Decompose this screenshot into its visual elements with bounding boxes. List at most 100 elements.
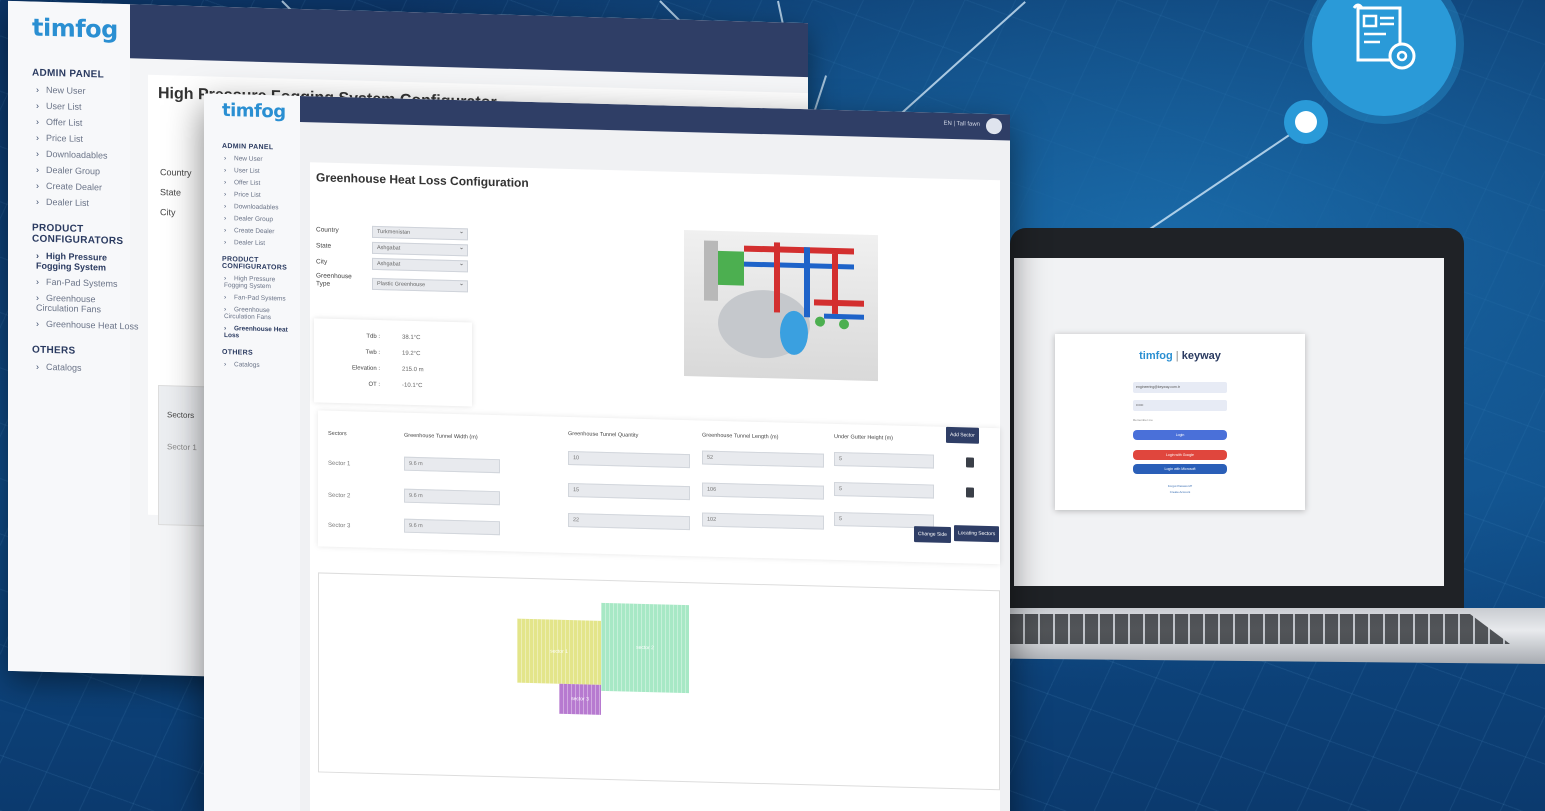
- chevron-right-icon: ›: [224, 166, 227, 175]
- email-field[interactable]: engineering@keyway.com.tr: [1133, 382, 1227, 393]
- table-row-label: Sector 3: [328, 522, 351, 530]
- sidebar-item-label: Downloadables: [46, 148, 108, 161]
- table-header: Greenhouse Tunnel Length (m): [702, 432, 779, 441]
- sidebar-item-offer-list[interactable]: › Offer List: [224, 179, 300, 188]
- tunnel-length-input[interactable]: 102: [702, 512, 824, 530]
- login-logo: timfog | keyway: [1055, 350, 1305, 362]
- sidebar-item-fogging[interactable]: › High Pressure Fogging System: [224, 275, 288, 291]
- sidebar-item-dealer-group[interactable]: › Dealer Group: [36, 165, 130, 178]
- sidebar-item-label: User List: [46, 100, 82, 112]
- tunnel-width-select[interactable]: 9.6 m: [404, 488, 500, 506]
- city-label: City: [316, 258, 328, 266]
- sidebar-item-dealer-group[interactable]: › Dealer Group: [224, 215, 300, 224]
- country-label: Country: [160, 167, 192, 178]
- add-sector-button[interactable]: Add Sector: [946, 426, 979, 444]
- sidebar-item-fan-pad[interactable]: › Fan-Pad Systems: [36, 277, 130, 290]
- chevron-right-icon: ›: [224, 238, 227, 247]
- city-select[interactable]: Ashgabat: [372, 257, 468, 273]
- tunnel-quantity-input[interactable]: 10: [568, 450, 690, 469]
- chevron-right-icon: ›: [36, 318, 39, 329]
- sidebar-item-catalogs[interactable]: › Catalogs: [36, 362, 130, 375]
- login-button[interactable]: Login: [1133, 430, 1227, 440]
- sidebar-item-circulation-fans[interactable]: › Greenhouse Circulation Fans: [36, 293, 120, 315]
- create-account-link[interactable]: Create Account: [1055, 490, 1305, 494]
- sidebar-item-create-dealer[interactable]: › Create Dealer: [224, 227, 300, 236]
- tunnel-width-select[interactable]: 9.6 m: [404, 456, 500, 474]
- sidebar: timfog ADMIN PANEL › New User › User List …: [204, 93, 300, 811]
- gutter-height-input[interactable]: 5: [834, 451, 934, 469]
- tunnel-length-input[interactable]: 106: [702, 482, 824, 500]
- sidebar-heading-others: OTHERS: [32, 344, 76, 357]
- tunnel-quantity-input[interactable]: 22: [568, 512, 690, 531]
- sidebar-item-new-user[interactable]: › New User: [224, 155, 300, 164]
- locating-sectors-button[interactable]: Locating Sectors: [954, 525, 1000, 543]
- sidebar-item-label: Price List: [234, 191, 261, 199]
- logo-part: fog: [254, 100, 286, 123]
- sidebar-item-new-user[interactable]: › New User: [36, 85, 130, 98]
- sidebar-item-label: Create Dealer: [234, 227, 275, 236]
- bubble-node: [1284, 100, 1328, 144]
- laptop-keyboard: [1010, 614, 1510, 644]
- sidebar-item-label: Dealer List: [46, 196, 90, 209]
- sidebar-item-offer-list[interactable]: › Offer List: [36, 117, 130, 130]
- sector-3-block[interactable]: sector 3: [559, 683, 601, 715]
- logo-part: tim: [32, 13, 76, 43]
- greenhouse-type-select[interactable]: Plastic Greenhouse: [372, 277, 468, 293]
- sidebar-item-label: Fan-Pad Systems: [234, 294, 286, 303]
- table-header: Under Gutter Height (m): [834, 433, 893, 442]
- twb-value: 19.2°C: [402, 350, 421, 358]
- trash-icon[interactable]: [966, 457, 974, 468]
- sidebar-item-heat-loss[interactable]: › Greenhouse Heat Loss: [224, 325, 290, 341]
- sidebar-item-create-dealer[interactable]: › Create Dealer: [36, 181, 130, 194]
- password-field[interactable]: ••••••: [1133, 400, 1227, 411]
- sidebar-item-downloadables[interactable]: › Downloadables: [224, 203, 300, 212]
- chevron-right-icon: ›: [224, 360, 227, 369]
- sidebar-item-price-list[interactable]: › Price List: [224, 191, 300, 200]
- sidebar-heading-configurators: CONFIGURATORS: [32, 233, 124, 248]
- chevron-right-icon: ›: [224, 178, 227, 187]
- sidebar-item-fan-pad[interactable]: › Fan-Pad Systems: [224, 294, 300, 303]
- greenhouse-type-label-2: Type: [316, 280, 331, 288]
- sidebar-item-label: Dealer Group: [234, 215, 274, 224]
- google-login-button[interactable]: Login with Google: [1133, 450, 1227, 460]
- change-side-button[interactable]: Change Side: [914, 526, 951, 544]
- tunnel-length-input[interactable]: 52: [702, 450, 824, 468]
- avatar-icon[interactable]: [986, 117, 1002, 135]
- chevron-right-icon: ›: [36, 180, 39, 191]
- greenhouse-type-label: Greenhouse: [316, 272, 352, 281]
- elevation-label: Elevation :: [351, 365, 380, 373]
- microsoft-login-button[interactable]: Login with Microsoft: [1133, 464, 1227, 474]
- sidebar-item-user-list[interactable]: › User List: [224, 167, 300, 176]
- sidebar-item-dealer-list[interactable]: › Dealer List: [36, 197, 130, 210]
- sidebar-item-user-list[interactable]: › User List: [36, 101, 130, 114]
- gutter-height-input[interactable]: 5: [834, 481, 934, 499]
- chevron-right-icon: ›: [36, 164, 39, 175]
- tunnel-width-select[interactable]: 9.6 m: [404, 518, 500, 536]
- sidebar-item-label: Downloadables: [234, 203, 279, 212]
- country-select[interactable]: Turkmenistan: [372, 225, 468, 241]
- sector-2-block[interactable]: sector 2: [601, 602, 689, 694]
- tunnel-quantity-input[interactable]: 15: [568, 482, 690, 501]
- sidebar-item-label: Dealer Group: [46, 164, 101, 177]
- sidebar-item-fogging[interactable]: › High Pressure Fogging System: [36, 251, 128, 274]
- user-menu[interactable]: EN | Tall fawn: [944, 121, 980, 128]
- sidebar-item-catalogs[interactable]: › Catalogs: [224, 361, 300, 370]
- state-select[interactable]: Ashgabat: [372, 241, 468, 257]
- ot-row: OT : -10.1°C: [314, 380, 472, 389]
- sidebar-item-circulation-fans[interactable]: › Greenhouse Circulation Fans: [224, 306, 288, 322]
- logo-separator: |: [1175, 350, 1179, 362]
- trash-icon[interactable]: [966, 487, 974, 498]
- sidebar-item-label: Greenhouse Circulation Fans: [36, 292, 102, 315]
- sidebar-item-dealer-list[interactable]: › Dealer List: [224, 239, 300, 248]
- sidebar-item-price-list[interactable]: › Price List: [36, 133, 130, 146]
- forgot-password-link[interactable]: Forgot Password?: [1055, 484, 1305, 488]
- sidebar-item-heat-loss[interactable]: › Greenhouse Heat Loss: [36, 318, 139, 332]
- sidebar-item-downloadables[interactable]: › Downloadables: [36, 149, 130, 162]
- sidebar-item-label: New User: [46, 84, 86, 96]
- sidebar-item-label: Greenhouse Heat Loss: [224, 325, 288, 340]
- sidebar-item-label: Offer List: [46, 116, 83, 128]
- tdb-value: 38.1°C: [402, 334, 421, 342]
- heat-loss-panel: Greenhouse Heat Loss Configuration Count…: [310, 162, 1000, 811]
- remember-checkbox[interactable]: Remember me: [1133, 418, 1153, 422]
- sector-1-block[interactable]: sector 1: [517, 618, 601, 685]
